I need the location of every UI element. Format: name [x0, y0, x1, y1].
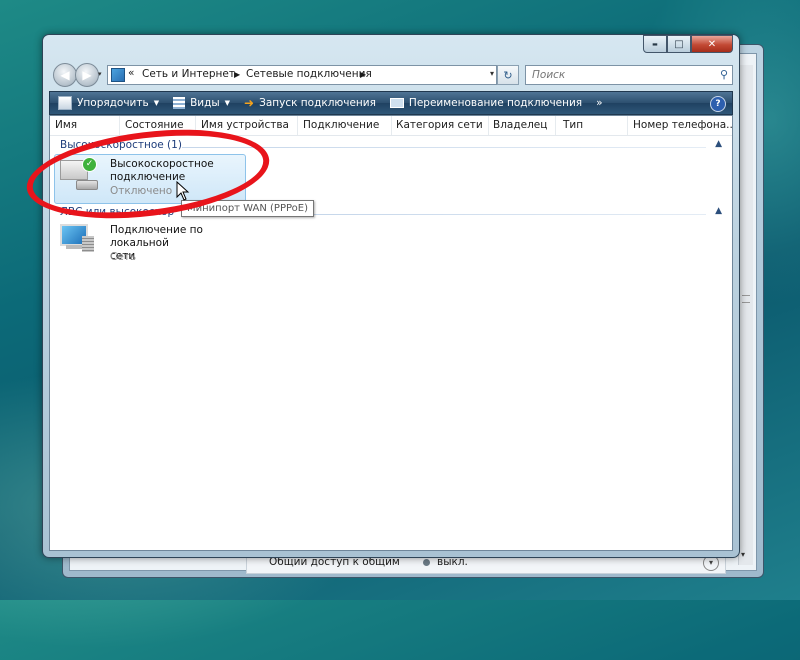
- forward-arrow-icon: ▶: [82, 68, 92, 82]
- command-toolbar: Упорядочить ▼ Виды ▼ ➜ Запуск подключени…: [49, 91, 733, 115]
- column-header-owner[interactable]: Владелец: [488, 116, 556, 135]
- list-item-local-area-connection[interactable]: Подключение по локальной сети Сеть: [58, 222, 258, 266]
- refresh-icon: ↻: [503, 68, 513, 82]
- chevron-down-icon: ▼: [224, 99, 231, 107]
- search-icon[interactable]: ⚲: [720, 68, 728, 81]
- network-folder-icon: [111, 68, 125, 82]
- collapse-icon[interactable]: ▲: [715, 206, 722, 216]
- scroll-grip[interactable]: [742, 295, 750, 303]
- item-name-line1: Подключение по локальной: [110, 224, 203, 249]
- column-header-connectivity[interactable]: Подключение: [298, 116, 392, 135]
- back-arrow-icon: ◀: [60, 68, 70, 82]
- search-input[interactable]: [530, 68, 704, 82]
- help-icon[interactable]: ?: [710, 96, 726, 112]
- lan-connection-icon: [60, 224, 94, 254]
- network-connections-window: ▬ □ ✕ ◀ ▶ ▾ « Сеть и Интернет ▶ Сетевые …: [42, 34, 740, 558]
- organize-icon: [58, 96, 72, 110]
- rename-connection-button[interactable]: Переименование подключения: [389, 97, 583, 109]
- rename-connection-label: Переименование подключения: [408, 97, 583, 109]
- group-divider: [310, 214, 706, 215]
- scroll-down-icon[interactable]: ▾: [741, 550, 745, 559]
- breadcrumb-network-internet[interactable]: Сеть и Интернет: [142, 68, 235, 80]
- chevron-down-icon: ▼: [153, 99, 160, 107]
- back-button[interactable]: ◀: [53, 63, 77, 87]
- start-connection-label: Запуск подключения: [259, 97, 376, 109]
- address-dropdown-icon[interactable]: ▾: [490, 69, 494, 78]
- column-header-type[interactable]: Тип: [558, 116, 628, 135]
- collapse-icon[interactable]: ▲: [715, 139, 722, 149]
- views-icon: [173, 97, 186, 109]
- maximize-icon: □: [674, 38, 684, 50]
- organize-menu[interactable]: Упорядочить ▼: [58, 96, 159, 110]
- start-connection-button[interactable]: ➜ Запуск подключения: [244, 96, 376, 110]
- caption-buttons: ▬ □ ✕: [643, 35, 733, 53]
- column-header-network-category[interactable]: Категория сети: [391, 116, 489, 135]
- toolbar-overflow-button[interactable]: »: [596, 97, 602, 109]
- recent-pages-dropdown[interactable]: ▾: [98, 70, 102, 78]
- views-menu[interactable]: Виды ▼: [173, 97, 230, 109]
- background-scrollbar[interactable]: ▾: [738, 65, 753, 565]
- breadcrumb-separator-icon[interactable]: ▶: [360, 70, 366, 79]
- refresh-button[interactable]: ↻: [497, 65, 519, 85]
- address-bar[interactable]: « Сеть и Интернет ▶ Сетевые подключения …: [107, 65, 497, 85]
- minimize-button[interactable]: ▬: [643, 35, 667, 53]
- item-status: Сеть: [110, 251, 137, 263]
- start-arrow-icon: ➜: [244, 96, 255, 110]
- overflow-chevron-icon: »: [596, 97, 603, 109]
- organize-label: Упорядочить: [77, 97, 149, 109]
- breadcrumb-separator-icon[interactable]: ▶: [234, 70, 240, 79]
- breadcrumb-network-connections[interactable]: Сетевые подключения: [246, 68, 372, 80]
- column-header-phone[interactable]: Номер телефона...: [628, 116, 732, 135]
- address-overflow[interactable]: «: [128, 67, 134, 79]
- rename-icon: [389, 98, 404, 108]
- search-box[interactable]: ⚲: [525, 65, 733, 85]
- minimize-icon: ▬: [652, 40, 658, 48]
- close-button[interactable]: ✕: [691, 35, 733, 53]
- forward-button[interactable]: ▶: [75, 63, 99, 87]
- maximize-button[interactable]: □: [667, 35, 691, 53]
- close-icon: ✕: [707, 38, 717, 50]
- mouse-cursor-icon: [176, 181, 190, 201]
- help-glyph: ?: [715, 99, 721, 109]
- column-header-name[interactable]: Имя: [50, 116, 120, 135]
- status-dot-icon: [423, 559, 430, 566]
- views-label: Виды: [190, 97, 220, 109]
- navigation-row: ◀ ▶ ▾ « Сеть и Интернет ▶ Сетевые подклю…: [51, 63, 733, 87]
